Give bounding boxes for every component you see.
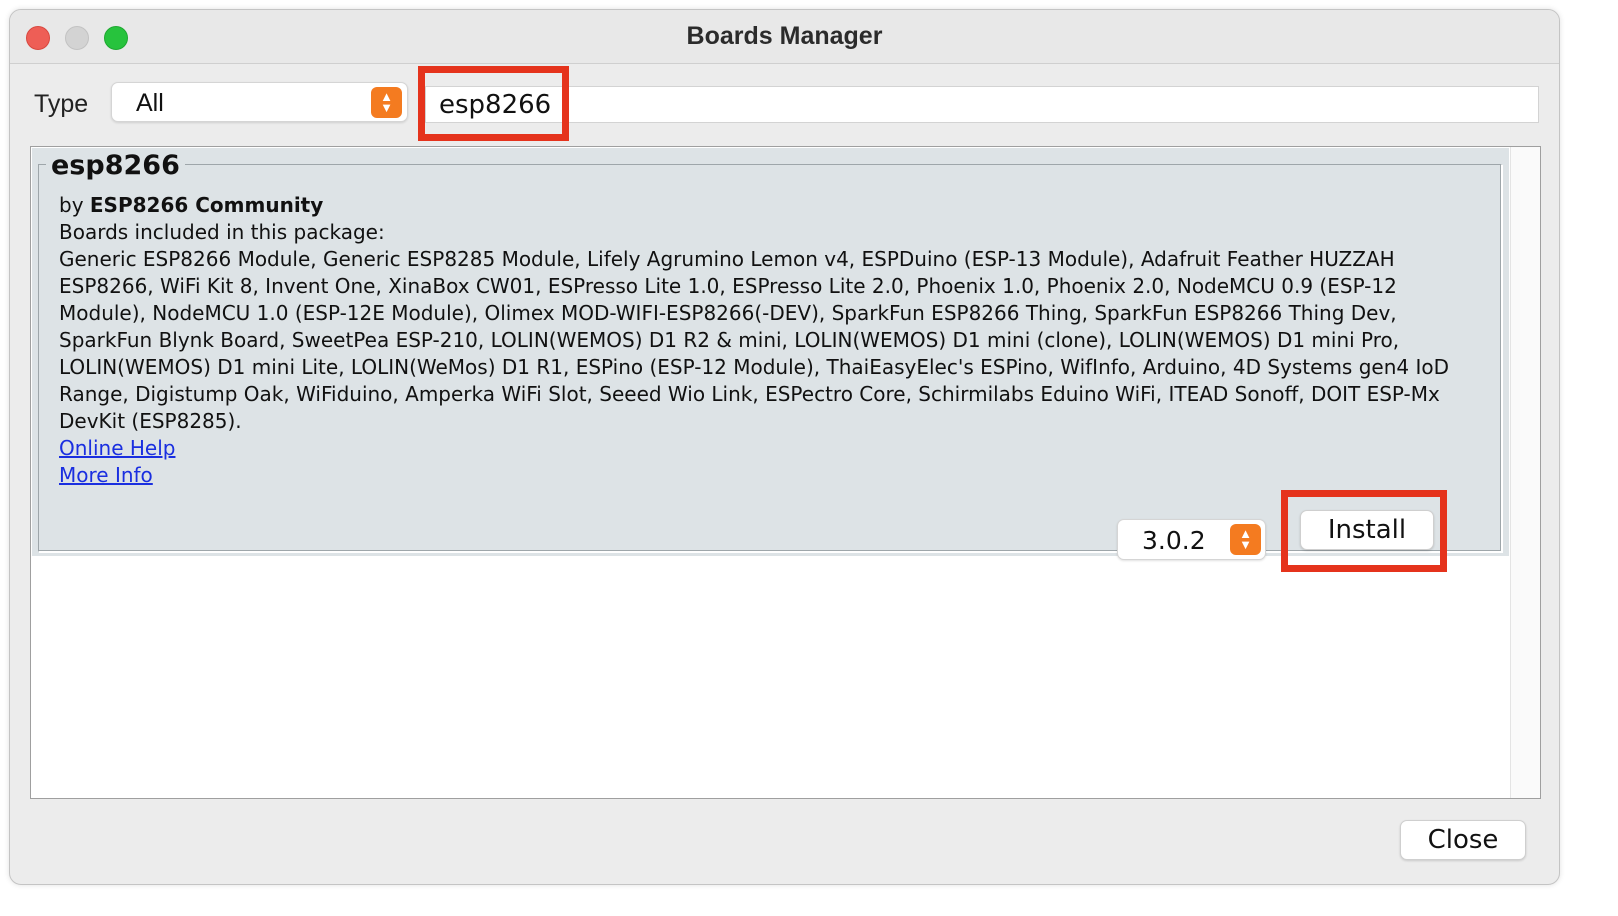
more-info-link[interactable]: More Info [59,462,153,489]
entry-author-line: by ESP8266 Community [59,192,1474,219]
type-select[interactable]: All ▲ ▼ [111,82,408,122]
version-select-value: 3.0.2 [1142,526,1206,555]
vertical-scrollbar[interactable] [1510,147,1540,798]
boards-list[interactable]: esp8266 by ESP8266 Community Boards incl… [30,146,1541,799]
boards-manager-window: Boards Manager Type All ▲▼ esp8266 by ES… [9,9,1560,885]
entry-author: ESP8266 Community [89,193,324,217]
close-button[interactable]: Close [1400,820,1526,860]
type-label: Type [34,90,89,118]
entry-description: by ESP8266 Community Boards included in … [59,192,1474,489]
boards-included-list: Generic ESP8266 Module, Generic ESP8285 … [59,247,1449,433]
title-bar: Boards Manager [10,10,1559,64]
search-field[interactable] [425,86,1539,123]
board-entry-esp8266[interactable]: esp8266 by ESP8266 Community Boards incl… [32,148,1509,560]
by-label: by [59,193,84,217]
search-input[interactable] [426,87,1538,122]
online-help-link[interactable]: Online Help [59,435,175,462]
install-button[interactable]: Install [1300,510,1434,550]
window-title: Boards Manager [686,22,883,50]
entry-title: esp8266 [46,150,185,181]
type-select-value: All [136,89,164,117]
version-select[interactable]: 3.0.2 ▲ ▼ [1117,519,1266,560]
boards-included-label: Boards included in this package: [59,220,385,244]
type-select-chevron-icon: ▲ ▼ [371,87,402,118]
version-select-chevron-icon: ▲ ▼ [1230,524,1261,555]
